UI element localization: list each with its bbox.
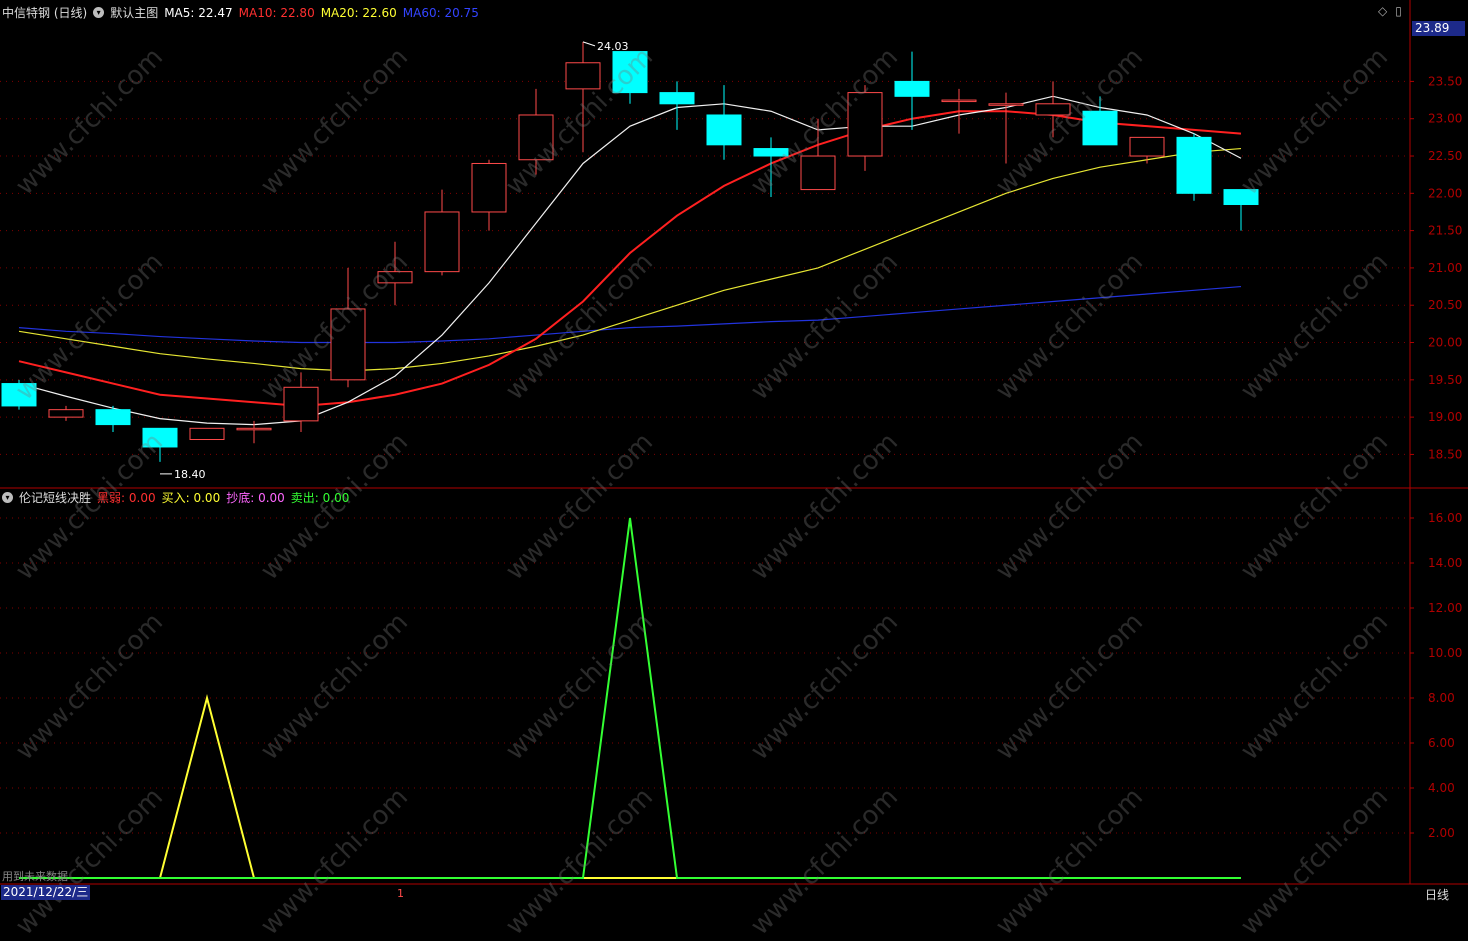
price-tick-label: 18.50: [1428, 447, 1462, 461]
indicator-field-sell: 卖出: 0.00: [290, 491, 350, 505]
low-price-label: 18.40: [174, 468, 206, 481]
candle-up: [189, 427, 225, 441]
candle-down: [1176, 136, 1212, 194]
candle-up: [283, 386, 319, 422]
ma20-line: [18, 147, 1242, 372]
price-annotations: 24.03 18.40 1: [160, 40, 629, 900]
price-tick-label: 21.50: [1428, 224, 1462, 238]
current-price-badge: 23.89: [1412, 21, 1465, 36]
indicator-tick-label: 6.00: [1428, 736, 1455, 750]
ma20-legend: MA20: 22.60: [320, 5, 397, 20]
high-pointer: [582, 41, 596, 47]
ma60-legend: MA60: 20.75: [402, 5, 479, 20]
candle-up: [518, 114, 554, 161]
indicator-tick-label: 8.00: [1428, 691, 1455, 705]
candle-down: [753, 148, 789, 157]
indicator-tick-label: 14.00: [1428, 556, 1462, 570]
indicator-axis: 2.00 4.00 6.00 8.00 10.00 12.00 14.00 16.00: [1410, 511, 1462, 840]
month-marker: 1: [397, 887, 404, 900]
candle-down: [894, 80, 930, 97]
indicator-field-weak: 黑弱: 0.00: [97, 491, 156, 505]
candle-up: [800, 155, 836, 191]
price-tick-label: 20.00: [1428, 336, 1462, 350]
candle-down: [142, 427, 178, 448]
indicator-header: ▾ 伦记短线决胜 黑弱: 0.00 买入: 0.00 抄底: 0.00 卖出: …: [2, 489, 349, 506]
price-tick-label: 22.50: [1428, 149, 1462, 163]
indicator-grid: [0, 517, 1410, 834]
price-tick-label: 20.50: [1428, 298, 1462, 312]
price-axis: 18.50 19.00 19.50 20.00 20.50 21.00 21.50 22.00…: [1410, 74, 1462, 461]
indicator-field-buy: 买入: 0.00: [161, 491, 221, 505]
candle-up: [424, 211, 460, 273]
price-tick-label: 19.00: [1428, 410, 1462, 424]
price-tick-label: 21.00: [1428, 261, 1462, 275]
main-chart-name[interactable]: 默认主图: [110, 4, 158, 21]
ma10-legend: MA10: 22.80: [238, 5, 315, 20]
ma60-line: [18, 285, 1242, 344]
diamond-icon[interactable]: ◇: [1378, 4, 1387, 18]
date-cursor-label: 2021/12/22/三: [1, 885, 91, 900]
main-chart-header: 中信特钢 (日线) ▾ 默认主图 MA5: 22.47 MA10: 22.80 …: [2, 4, 479, 21]
indicator-name[interactable]: 伦记短线决胜: [19, 489, 91, 506]
stock-title[interactable]: 中信特钢 (日线): [2, 4, 87, 21]
candle-up: [1035, 103, 1071, 116]
candle-down: [659, 92, 695, 105]
price-tick-label: 22.00: [1428, 186, 1462, 200]
indicator-tick-label: 10.00: [1428, 646, 1462, 660]
period-selector[interactable]: 日线: [1425, 886, 1449, 903]
candle-up: [1129, 136, 1165, 157]
indicator-tick-label: 2.00: [1428, 826, 1455, 840]
indicator-field-bottom: 抄底: 0.00: [226, 491, 285, 505]
indicator-tick-label: 12.00: [1428, 601, 1462, 615]
future-data-note: 用到未来数据: [2, 870, 68, 883]
candle-down: [1223, 189, 1259, 206]
restore-icon[interactable]: ▯: [1395, 4, 1402, 18]
candle-down: [706, 114, 742, 146]
ma5-legend: MA5: 22.47: [164, 5, 233, 20]
price-tick-label: 19.50: [1428, 373, 1462, 387]
indicator-tick-label: 4.00: [1428, 781, 1455, 795]
price-tick-label: 23.00: [1428, 112, 1462, 126]
moving-average-lines: [18, 95, 1242, 426]
candle-up: [330, 308, 366, 381]
candle-down: [1, 383, 37, 407]
window-controls: ◇ ▯: [1378, 4, 1402, 18]
candle-up: [988, 103, 1024, 106]
indicator-tick-label: 16.00: [1428, 511, 1462, 525]
candle-up: [471, 162, 507, 213]
candle-up: [48, 409, 84, 418]
chart-menu-icon[interactable]: ▾: [93, 7, 105, 18]
high-price-label: 24.03: [597, 40, 629, 53]
candle-up: [847, 92, 883, 157]
candle-up: [236, 427, 272, 431]
ma5-line: [18, 95, 1242, 426]
candle-up: [941, 99, 977, 103]
candle-up: [565, 62, 601, 90]
candle-down: [612, 51, 648, 94]
candle-down: [1082, 110, 1118, 146]
ma10-line: [18, 110, 1242, 407]
price-tick-label: 23.50: [1428, 74, 1462, 88]
indicator-menu-icon[interactable]: ▾: [2, 492, 13, 503]
candle-up: [377, 271, 413, 284]
chart-canvas[interactable]: 18.50 19.00 19.50 20.00 20.50 21.00 21.50 22.00…: [0, 0, 1468, 903]
candle-down: [95, 409, 131, 426]
